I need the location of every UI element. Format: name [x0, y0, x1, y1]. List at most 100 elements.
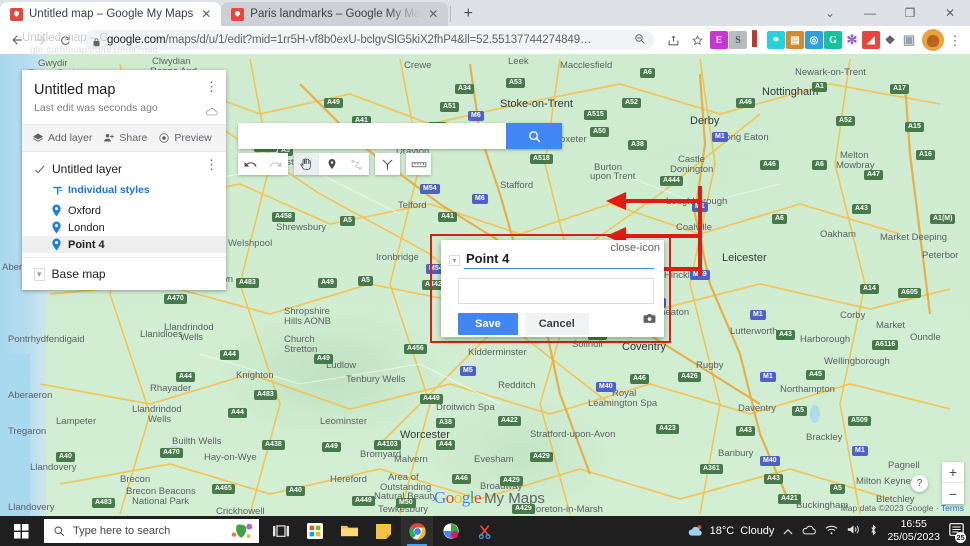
star-icon[interactable]: [686, 29, 708, 51]
list-item-point-4[interactable]: Point 4: [22, 236, 226, 253]
back-icon[interactable]: [6, 29, 28, 51]
panel-kebab-menu-icon[interactable]: ⋮: [205, 82, 218, 92]
extension-tag-icon[interactable]: ◢: [862, 31, 880, 49]
extension-puzzle-icon[interactable]: ❖: [881, 31, 899, 49]
google-chrome-icon[interactable]: [401, 516, 433, 546]
map-road-shield: A470: [164, 294, 187, 304]
list-item-oxford[interactable]: Oxford: [22, 202, 226, 219]
redo-icon[interactable]: [263, 153, 288, 175]
add-layer-button[interactable]: Add layer: [32, 132, 92, 144]
sticky-notes-icon[interactable]: [367, 516, 399, 546]
marker-pin-icon[interactable]: [319, 153, 344, 175]
share-icon[interactable]: [662, 29, 684, 51]
place-description-input[interactable]: [458, 278, 654, 304]
map-label: Macclesfield: [560, 60, 612, 71]
snipping-tool-icon[interactable]: [469, 516, 501, 546]
windows-start-icon[interactable]: [0, 516, 42, 546]
search-input[interactable]: [238, 123, 506, 149]
microsoft-store-icon[interactable]: [299, 516, 331, 546]
share-button[interactable]: Share: [103, 132, 147, 144]
hand-icon[interactable]: [294, 153, 319, 175]
map-label: Market: [876, 320, 905, 331]
zoom-in-button[interactable]: +: [942, 462, 964, 483]
draw-line-icon[interactable]: [344, 153, 369, 175]
cancel-button[interactable]: Cancel: [525, 313, 589, 335]
marker-pin-icon: [52, 204, 61, 217]
map-label: Pontrhydfendigaid: [8, 334, 85, 345]
chevron-down-icon[interactable]: ▾: [34, 268, 45, 281]
list-item-london[interactable]: London: [22, 219, 226, 236]
place-name: London: [68, 222, 105, 234]
directions-icon[interactable]: [375, 153, 400, 175]
map-road-shield: A515: [584, 110, 607, 120]
notification-icon[interactable]: 25: [949, 522, 964, 540]
help-button[interactable]: ?: [911, 475, 928, 492]
layer-header-row[interactable]: Untitled layer ⋮: [22, 160, 226, 178]
kebab-menu-icon[interactable]: ⋮: [946, 34, 964, 47]
chevron-down-icon[interactable]: ▾: [449, 255, 460, 266]
extension-lock-icon[interactable]: ◎: [805, 31, 823, 49]
individual-styles-row[interactable]: Individual styles: [22, 178, 226, 202]
extension-book-icon[interactable]: ▤: [786, 31, 804, 49]
new-tab-button[interactable]: +: [455, 2, 481, 26]
map-label: Llanidloes: [140, 329, 183, 340]
close-window-button[interactable]: ✕: [930, 0, 970, 26]
map-road-shield: M50: [396, 498, 416, 508]
map-label: Evesham: [474, 454, 514, 465]
place-info-dialog: close-icon ▾ Save Cancel: [441, 240, 664, 337]
close-icon[interactable]: ✕: [426, 7, 440, 21]
weather-widget[interactable]: 18°C Cloudy: [687, 524, 775, 538]
minimize-button[interactable]: —: [850, 0, 890, 26]
task-view-icon[interactable]: [265, 516, 297, 546]
preview-button[interactable]: Preview: [158, 132, 211, 144]
map-label: Leamington Spa: [588, 398, 657, 409]
bluetooth-icon[interactable]: [869, 524, 878, 539]
browser-tab-paris-landmarks[interactable]: Paris landmarks – Google My Ma ✕: [221, 2, 448, 26]
maximize-button[interactable]: ❐: [890, 0, 930, 26]
taskbar-app-icons: [265, 516, 501, 546]
extension-link-icon[interactable]: ⚭: [767, 31, 785, 49]
camera-icon[interactable]: [643, 313, 656, 327]
volume-icon[interactable]: [847, 524, 860, 538]
search-icon[interactable]: [506, 123, 562, 149]
browser-tab-untitled-map[interactable]: Untitled map – Google My Maps ✕: [0, 2, 221, 26]
avatar[interactable]: [922, 29, 944, 51]
zoom-out-icon[interactable]: [634, 33, 646, 48]
base-map-row[interactable]: ▾ Base map: [22, 258, 226, 290]
file-explorer-icon[interactable]: [333, 516, 365, 546]
weather-condition: Cloudy: [740, 525, 774, 537]
map-label: Coalville: [676, 222, 712, 233]
address-bar[interactable]: google.com/maps/d/u/1/edit?mid=1rr5H-vf8…: [84, 30, 654, 50]
extension-e-icon[interactable]: E: [710, 31, 728, 49]
map-label: Stafford: [500, 180, 533, 191]
office-icon[interactable]: [435, 516, 467, 546]
extension-bar-icon[interactable]: ▌: [748, 31, 766, 49]
layer-kebab-menu-icon[interactable]: ⋮: [205, 160, 218, 170]
extension-flower-icon[interactable]: ✻: [843, 31, 861, 49]
onedrive-icon[interactable]: [802, 524, 816, 538]
page-title[interactable]: Untitled map: [34, 82, 214, 98]
terms-link[interactable]: Terms: [941, 503, 964, 513]
zoom-out-button[interactable]: −: [942, 483, 964, 504]
show-hidden-icons-chevron[interactable]: [783, 524, 793, 538]
wifi-icon[interactable]: [825, 524, 838, 538]
map-road-shield: A465: [212, 484, 235, 494]
map-label: Brecon: [120, 474, 150, 485]
checkbox-checked-icon[interactable]: [34, 164, 45, 175]
close-icon[interactable]: ✕: [199, 7, 213, 21]
tab-search-button[interactable]: ⌄: [810, 0, 850, 26]
close-icon[interactable]: close-icon: [610, 242, 660, 254]
map-road-shield: A423: [656, 424, 679, 434]
extension-s-icon[interactable]: S: [729, 31, 747, 49]
reload-icon[interactable]: [54, 29, 76, 51]
extension-square-icon[interactable]: ▣: [900, 31, 918, 49]
extension-grammarly-icon[interactable]: G: [824, 31, 842, 49]
map-road-shield: A46: [630, 374, 649, 384]
taskbar-clock[interactable]: 16:55 25/05/2023: [887, 518, 940, 544]
map-road-shield: A426: [678, 372, 701, 382]
forward-icon[interactable]: [30, 29, 52, 51]
taskbar-search-box[interactable]: Type here to search: [44, 519, 259, 543]
undo-icon[interactable]: [238, 153, 263, 175]
ruler-icon[interactable]: [406, 153, 431, 175]
save-button[interactable]: Save: [458, 313, 518, 335]
